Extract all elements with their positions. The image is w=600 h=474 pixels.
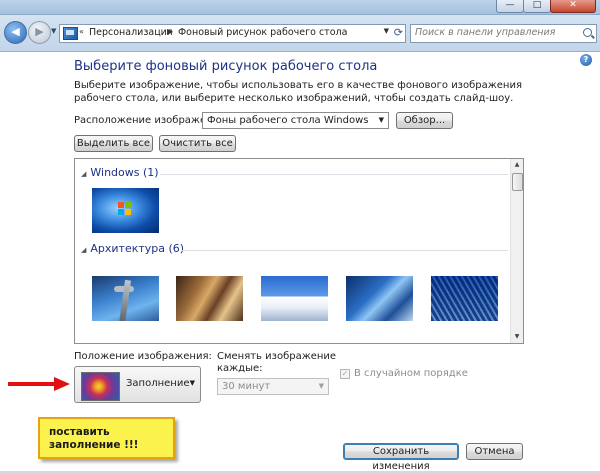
picture-list[interactable]: ◢ Windows (1) ◢ Архитектура (6) ▲ ▼ bbox=[74, 158, 524, 344]
window-titlebar: — □ ✕ bbox=[0, 0, 600, 15]
wallpaper-thumbnail-windows[interactable] bbox=[92, 188, 159, 233]
annotation-arrow bbox=[8, 377, 70, 391]
clear-all-button[interactable]: Очистить все bbox=[159, 135, 236, 152]
picture-location-select[interactable]: Фоны рабочего стола Windows ▼ bbox=[202, 112, 389, 129]
annotation-arrow-head bbox=[54, 377, 70, 391]
minimize-button[interactable]: — bbox=[496, 0, 524, 13]
address-dropdown-icon[interactable]: ▼ bbox=[384, 27, 389, 35]
browse-button[interactable]: Обзор... bbox=[396, 112, 453, 129]
group-header-architecture[interactable]: ◢ Архитектура (6) bbox=[81, 242, 184, 255]
save-changes-button[interactable]: Сохранить изменения bbox=[343, 443, 459, 472]
select-all-button[interactable]: Выделить все bbox=[74, 135, 153, 152]
help-icon[interactable]: ? bbox=[580, 54, 592, 66]
collapse-icon: ◢ bbox=[81, 170, 87, 178]
group-divider bbox=[160, 174, 508, 175]
chevron-down-icon: ▼ bbox=[189, 379, 195, 387]
maximize-button[interactable]: □ bbox=[523, 0, 551, 13]
collapse-icon: ◢ bbox=[81, 246, 87, 254]
search-input[interactable] bbox=[411, 25, 575, 40]
wallpaper-thumbnail[interactable] bbox=[261, 276, 328, 321]
picture-location-value: Фоны рабочего стола Windows bbox=[207, 115, 369, 126]
chevron-down-icon: ▼ bbox=[378, 116, 384, 124]
annotation-note: поставить заполнение !!! bbox=[38, 417, 175, 459]
picture-position-value: Заполнение bbox=[126, 378, 190, 389]
group-header-windows[interactable]: ◢ Windows (1) bbox=[81, 166, 159, 179]
wallpaper-thumbnail[interactable] bbox=[176, 276, 243, 321]
annotation-arrow-shaft bbox=[8, 382, 56, 386]
address-bar[interactable]: « Персонализация ▶ Фоновый рисунок рабоч… bbox=[59, 24, 406, 43]
change-interval-label: Сменять изображение каждые: bbox=[217, 351, 337, 374]
recent-pages-dropdown[interactable]: ▼ bbox=[51, 27, 56, 35]
change-interval-select[interactable]: 30 минут ▼ bbox=[217, 378, 329, 395]
search-icon[interactable] bbox=[583, 28, 592, 37]
annotation-note-text: поставить заполнение !!! bbox=[49, 426, 139, 451]
page-description: Выберите изображение, чтобы использовать… bbox=[74, 80, 522, 104]
back-button[interactable]: ◀ bbox=[4, 21, 27, 44]
scrollbar-thumb[interactable] bbox=[512, 173, 523, 191]
change-interval-value: 30 минут bbox=[222, 381, 271, 392]
position-preview-image bbox=[81, 372, 120, 401]
close-button[interactable]: ✕ bbox=[550, 0, 596, 13]
navigation-bar: ◀ ▶ ▼ « Персонализация ▶ Фоновый рисунок… bbox=[0, 15, 600, 52]
refresh-icon[interactable]: ⟳ bbox=[394, 26, 403, 39]
picture-position-select[interactable]: Заполнение ▼ bbox=[74, 366, 201, 403]
search-box[interactable] bbox=[410, 24, 597, 43]
breadcrumb-separator[interactable]: ▶ bbox=[167, 27, 173, 36]
wallpaper-thumbnail[interactable] bbox=[346, 276, 413, 321]
scroll-up-icon[interactable]: ▲ bbox=[512, 160, 522, 170]
breadcrumb-overflow[interactable]: « bbox=[79, 27, 84, 36]
breadcrumb-desktop-background[interactable]: Фоновый рисунок рабочего стола bbox=[178, 27, 347, 38]
picture-position-label: Положение изображения: bbox=[74, 351, 212, 362]
wallpaper-thumbnail[interactable] bbox=[431, 276, 498, 321]
chevron-down-icon: ▼ bbox=[318, 382, 324, 390]
cancel-button[interactable]: Отмена bbox=[466, 443, 523, 460]
forward-button[interactable]: ▶ bbox=[28, 21, 51, 44]
group-divider bbox=[181, 250, 508, 251]
shuffle-label[interactable]: В случайном порядке bbox=[354, 368, 468, 379]
wallpaper-thumbnail[interactable] bbox=[92, 276, 159, 321]
breadcrumb-personalization[interactable]: Персонализация bbox=[89, 27, 173, 38]
windows-logo-icon bbox=[118, 202, 131, 215]
control-panel-icon bbox=[63, 27, 78, 40]
scroll-down-icon[interactable]: ▼ bbox=[512, 332, 522, 342]
page-title: Выберите фоновый рисунок рабочего стола bbox=[74, 59, 378, 74]
vertical-scrollbar[interactable]: ▲ ▼ bbox=[510, 159, 523, 343]
shuffle-checkbox[interactable]: ✓ bbox=[340, 369, 350, 379]
